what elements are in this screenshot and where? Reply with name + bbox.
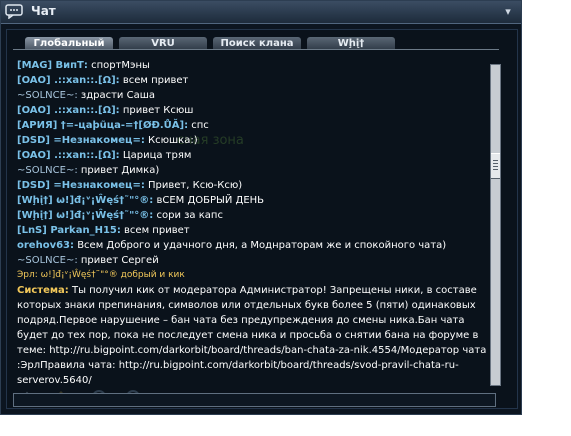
system-message: Система: Ты получил кик от модератора Ад… (17, 283, 487, 388)
message-row: [DSD] =Незнакомец=: Привет, Ксю-Ксю) (17, 178, 487, 193)
message-text: привет Сергей (77, 255, 159, 266)
message-nick[interactable]: [Wḩį†] ω!]đ¡ᵛ¡Ŵęś†˜"°®: (17, 210, 153, 221)
chat-input[interactable] (13, 393, 496, 407)
message-text: Всем Доброго и удачного дня, а Моднратор… (74, 240, 447, 251)
message-nick[interactable]: [OAO] .::xan::.[Ω]: (17, 75, 120, 86)
message-nick[interactable]: orehov63: (17, 240, 74, 251)
scrollbar-thumb[interactable] (491, 153, 500, 179)
message-row: [АРИЯ] †=-цаϸũца-=†[ØÐ.ŮĂ]: спс (17, 118, 487, 133)
message-row: [OAO] .::xan::.[Ω]: Царица трям (17, 148, 487, 163)
message-text: всем привет (119, 75, 189, 86)
chat-window: Чат ▾ Глобальный VRU Поиск клана Wḩį† сн… (0, 0, 522, 415)
message-nick[interactable]: [АРИЯ] †=-цаϸũца-=†[ØÐ.ŮĂ]: (17, 120, 188, 131)
message-row: ~SOLNCE~: здрасти Саша (17, 88, 487, 103)
message-row: [Wḩį†] ω!]đ¡ᵛ¡Ŵęś†˜"°®: вСЕМ ДОБРЫЙ ДЕНЬ (17, 193, 487, 208)
message-row: ~SOLNCE~: привет Димка) (17, 163, 487, 178)
collapse-button[interactable]: ▾ (501, 5, 515, 18)
message-text: Ксюшка:) (144, 135, 198, 146)
message-nick[interactable]: [OAO] .::xan::.[Ω]: (17, 150, 120, 161)
title-bar[interactable]: Чат ▾ (1, 1, 521, 24)
message-row: orehov63: Всем Доброго и удачного дня, а… (17, 238, 487, 253)
system-text: Ты получил кик от модератора Администрат… (17, 285, 487, 386)
message-row: [DSD] =Незнакомец=: Ксюшка:) (17, 133, 487, 148)
message-nick[interactable]: [LnS] Parkan_H15: (17, 225, 121, 236)
kick-announcement: Эрл: ω!]đ¡ᵛ¡Ŵęś†˜"°® добрый и кик (17, 270, 185, 280)
message-nick[interactable]: [DSD] =Незнакомец=: (17, 135, 145, 146)
message-nick[interactable]: ~SOLNCE~: (17, 255, 78, 266)
message-nick[interactable]: [OAO] .::xan::.[Ω]: (17, 105, 120, 116)
message-text: всем привет (120, 225, 190, 236)
message-text: привет Ксюш (119, 105, 194, 116)
window-title: Чат (31, 4, 56, 18)
message-row: ~SOLNCE~: привет Сергей (17, 253, 487, 268)
message-nick[interactable]: ~SOLNCE~: (17, 90, 78, 101)
message-nick[interactable]: ~SOLNCE~: (17, 165, 78, 176)
message-list[interactable]: сная зона [MAG] ВипТ: спортМэны [OAO] .:… (17, 58, 487, 388)
chat-bubble-icon (5, 4, 23, 19)
message-text: Привет, Ксю-Ксю) (144, 180, 243, 191)
message-text: спс (188, 120, 209, 131)
tab-divider (13, 49, 499, 50)
message-scrollbar[interactable] (490, 64, 501, 386)
message-row: [MAG] ВипТ: спортМэны (17, 58, 487, 73)
message-row: [Wḩį†] ω!]đ¡ᵛ¡Ŵęś†˜"°®: сори за капс (17, 208, 487, 223)
message-text: спортМэны (87, 60, 150, 71)
message-nick[interactable]: [DSD] =Незнакомец=: (17, 180, 145, 191)
message-text: привет Димка) (77, 165, 160, 176)
message-row: [OAO] .::xan::.[Ω]: всем привет (17, 73, 487, 88)
message-nick[interactable]: [Wḩį†] ω!]đ¡ᵛ¡Ŵęś†˜"°®: (17, 195, 153, 206)
message-text: Царица трям (119, 150, 192, 161)
message-text: здрасти Саша (77, 90, 155, 101)
system-label: Система: (17, 285, 69, 296)
message-nick[interactable]: [MAG] ВипТ: (17, 60, 88, 71)
message-text: вСЕМ ДОБРЫЙ ДЕНЬ (153, 195, 265, 206)
message-row: [OAO] .::xan::.[Ω]: привет Ксюш (17, 103, 487, 118)
message-row: [LnS] Parkan_H15: всем привет (17, 223, 487, 238)
message-text: сори за капс (153, 210, 223, 221)
